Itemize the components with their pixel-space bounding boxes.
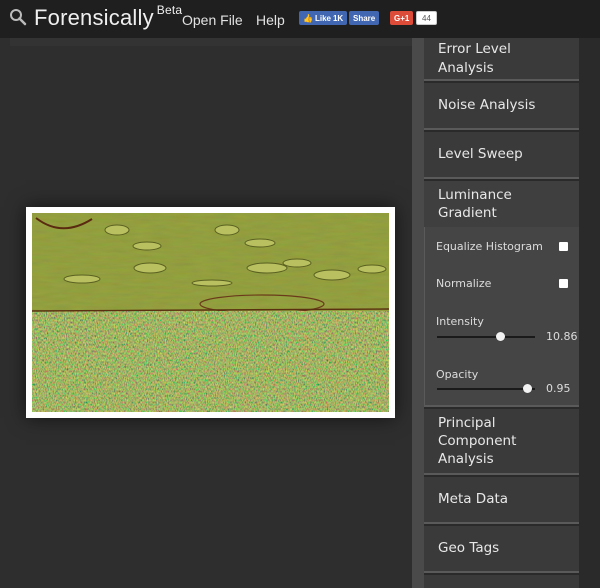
app-header: Forensically Beta Open File Help 👍 Like 1… xyxy=(0,0,600,38)
tool-noise-analysis[interactable]: Noise Analysis xyxy=(424,83,579,130)
opacity-slider[interactable] xyxy=(437,384,535,393)
scrollbar[interactable] xyxy=(412,38,424,588)
canvas-top-strip xyxy=(10,38,412,46)
google-plus-button[interactable]: G+1 xyxy=(390,11,414,25)
intensity-value: 10.86 xyxy=(546,330,578,343)
help-link[interactable]: Help xyxy=(256,12,285,28)
facebook-like-button[interactable]: 👍 Like 1K xyxy=(299,11,348,25)
tool-next-partial[interactable] xyxy=(424,575,579,588)
normalize-label: Normalize xyxy=(436,277,492,290)
luminance-gradient-options: Equalize Histogram Normalize Intensity 1… xyxy=(424,227,579,407)
tool-error-level-analysis[interactable]: Error Level Analysis xyxy=(424,38,579,81)
intensity-slider-thumb[interactable] xyxy=(495,332,505,341)
tool-level-sweep[interactable]: Level Sweep xyxy=(424,132,579,179)
tool-meta-data[interactable]: Meta Data xyxy=(424,477,579,524)
luminance-gradient-image xyxy=(32,213,389,412)
opacity-value: 0.95 xyxy=(546,382,571,395)
tool-luminance-gradient[interactable]: Luminance Gradient xyxy=(424,181,579,227)
sidebar-right-gutter xyxy=(580,38,600,588)
open-file-link[interactable]: Open File xyxy=(182,12,243,28)
tool-principal-component-analysis[interactable]: Principal Component Analysis xyxy=(424,409,579,475)
app-title: Forensically Beta xyxy=(34,2,183,30)
app-title-beta: Beta xyxy=(156,2,183,17)
normalize-checkbox[interactable] xyxy=(559,279,568,288)
opacity-label: Opacity xyxy=(436,368,479,381)
facebook-share-button[interactable]: Share xyxy=(349,11,380,25)
analyzed-image xyxy=(26,207,395,418)
google-plus-count: 44 xyxy=(416,11,437,25)
equalize-histogram-label: Equalize Histogram xyxy=(436,240,543,253)
intensity-slider[interactable] xyxy=(437,332,535,341)
tool-geo-tags[interactable]: Geo Tags xyxy=(424,526,579,573)
thumbs-up-icon: 👍 xyxy=(303,13,313,23)
magnifier-icon xyxy=(10,9,27,26)
opacity-slider-thumb[interactable] xyxy=(523,384,533,393)
equalize-histogram-checkbox[interactable] xyxy=(559,242,568,251)
intensity-label: Intensity xyxy=(436,315,484,328)
